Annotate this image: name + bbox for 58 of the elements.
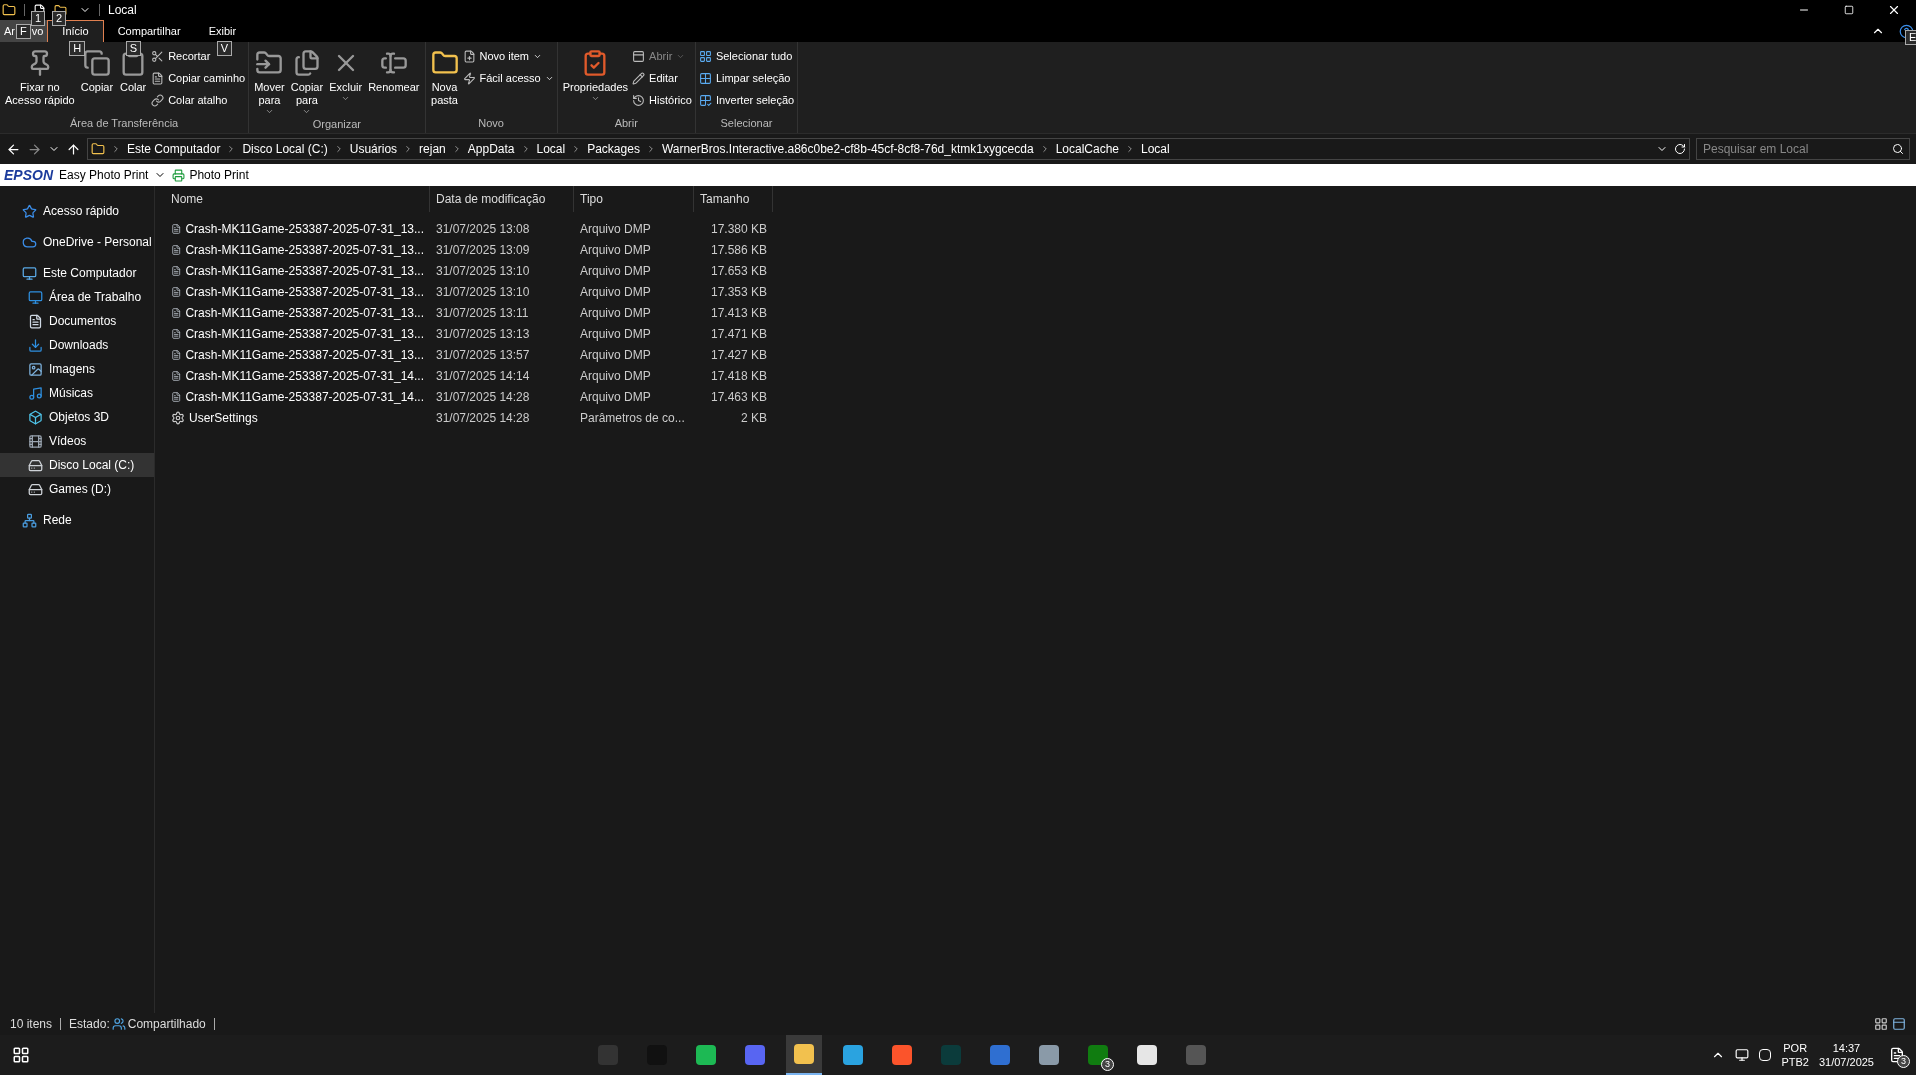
keytip-tooltip: E <box>1905 29 1916 45</box>
file-name: Crash-MK11Game-253387-2025-07-31_14... <box>185 367 424 385</box>
size-cell-text: 17.427 KB <box>709 346 768 364</box>
type-cell-text: Arquivo DMP <box>579 304 652 322</box>
date-cell-text: 31/07/2025 13:09 <box>435 241 531 259</box>
group-label: Novo <box>477 115 505 131</box>
item-count: 10 itens <box>10 1016 53 1033</box>
size-cell-text: 17.418 KB <box>709 367 768 385</box>
type-cell-text: Arquivo DMP <box>579 241 652 259</box>
group-label: Selecionar <box>719 115 774 131</box>
type-cell-text: Arquivo DMP <box>579 346 652 364</box>
type-cell-text: Arquivo DMP <box>579 220 652 238</box>
keytip-tooltip: 2 <box>52 10 67 26</box>
keytip-tooltip: 1 <box>31 10 46 26</box>
size-cell-text: 17.463 KB <box>709 388 768 406</box>
file-name: Crash-MK11Game-253387-2025-07-31_13... <box>185 304 424 322</box>
date-cell-text: 31/07/2025 13:08 <box>435 220 531 238</box>
keytip-tooltip: F <box>16 23 31 39</box>
size-cell-text: 17.413 KB <box>709 304 768 322</box>
date-cell-text: 31/07/2025 14:28 <box>435 388 531 406</box>
size-cell-text: 17.353 KB <box>709 283 768 301</box>
file-name: Crash-MK11Game-253387-2025-07-31_13... <box>185 241 424 259</box>
file-name: Crash-MK11Game-253387-2025-07-31_13... <box>185 220 424 238</box>
brand-logo: EPSON <box>4 165 53 185</box>
type-cell-text: Arquivo DMP <box>579 262 652 280</box>
group-label: Organizar <box>311 117 362 132</box>
notification-badge: 3 <box>1897 1055 1910 1068</box>
type-cell-text: Arquivo DMP <box>579 325 652 343</box>
state-value: Compartilhado <box>127 1016 206 1033</box>
type-cell-text: Arquivo DMP <box>579 388 652 406</box>
date-cell-text: 31/07/2025 13:57 <box>435 346 531 364</box>
type-cell-text: Arquivo DMP <box>579 283 652 301</box>
size-cell-text: 2 KB <box>740 409 768 427</box>
file-name: Crash-MK11Game-253387-2025-07-31_14... <box>185 388 424 406</box>
date-cell-text: 31/07/2025 14:14 <box>435 367 531 385</box>
badge: 3 <box>1101 1058 1114 1071</box>
file-name: UserSettings <box>189 409 258 427</box>
date-cell-text: 31/07/2025 13:10 <box>435 283 531 301</box>
date-cell-text: 31/07/2025 14:28 <box>435 409 531 427</box>
size-cell-text: 17.653 KB <box>709 262 768 280</box>
size-cell-text: 17.380 KB <box>709 220 768 238</box>
date-cell-text: 31/07/2025 13:11 <box>435 304 530 322</box>
type-cell-text: Arquivo DMP <box>579 367 652 385</box>
file-name: Crash-MK11Game-253387-2025-07-31_13... <box>185 262 424 280</box>
file-name: Crash-MK11Game-253387-2025-07-31_13... <box>185 325 424 343</box>
date-cell-text: 31/07/2025 13:10 <box>435 262 531 280</box>
date-cell-text: 31/07/2025 13:13 <box>435 325 531 343</box>
group-label: Área de Transferência <box>68 115 180 131</box>
file-name: Crash-MK11Game-253387-2025-07-31_13... <box>185 283 424 301</box>
type-cell-text: Parâmetros de co... <box>579 409 686 427</box>
size-cell-text: 17.586 KB <box>709 241 768 259</box>
state-label: Estado: <box>69 1016 110 1033</box>
group-label: Abrir <box>613 115 639 131</box>
window-title: Local <box>108 2 137 19</box>
file-name: Crash-MK11Game-253387-2025-07-31_13... <box>185 346 424 364</box>
size-cell-text: 17.471 KB <box>709 325 768 343</box>
keytip-tooltip: H <box>69 41 86 56</box>
app-label: Easy Photo Print <box>59 167 149 184</box>
